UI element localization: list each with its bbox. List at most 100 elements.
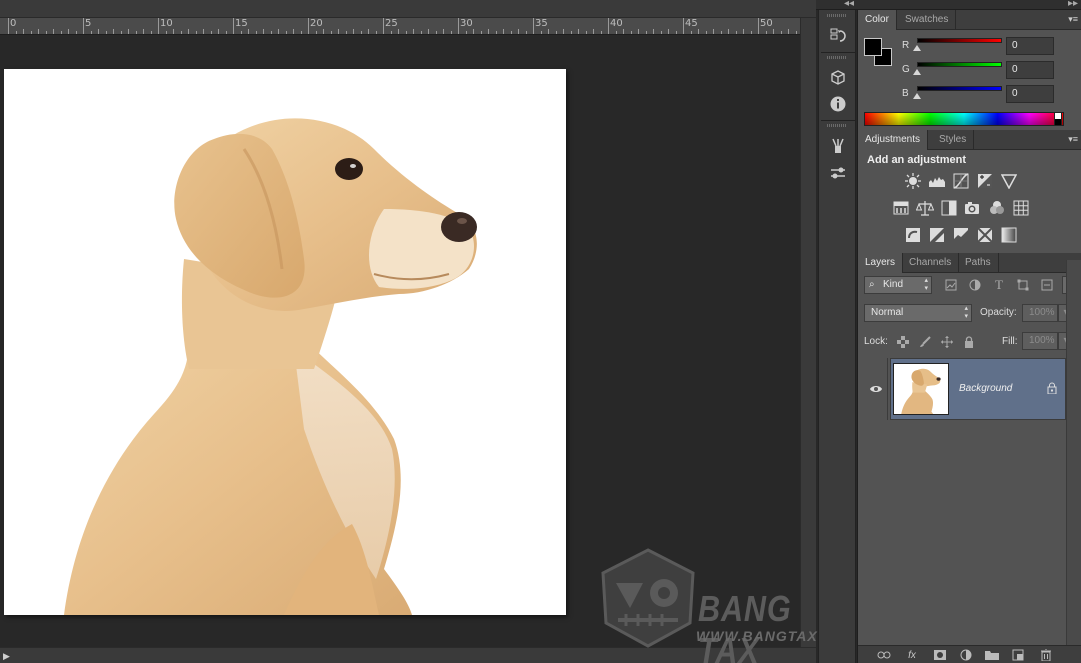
ruler-tick: [570, 31, 572, 34]
fill-field[interactable]: 100%: [1022, 332, 1058, 350]
vibrance-icon[interactable]: [1000, 172, 1018, 190]
ruler-tick: [773, 29, 774, 34]
ruler-tick: [540, 31, 542, 34]
exposure-icon[interactable]: [976, 172, 994, 190]
ruler-tick: [503, 29, 504, 34]
tab-adjustments[interactable]: Adjustments: [858, 130, 929, 150]
ruler-tick: [263, 29, 264, 34]
new-group-icon[interactable]: [984, 648, 1000, 662]
puppy-image: [64, 118, 477, 615]
blue-channel-label: B: [902, 88, 909, 99]
expand-icon[interactable]: ▸▸: [1068, 0, 1078, 9]
tab-paths[interactable]: Paths: [958, 253, 999, 273]
tab-styles[interactable]: Styles: [932, 130, 975, 150]
lock-position-move-icon[interactable]: [940, 335, 954, 349]
drag-grip[interactable]: [827, 124, 847, 127]
ruler-tick: [225, 31, 227, 34]
link-layers-icon[interactable]: [876, 648, 892, 662]
document-canvas[interactable]: [4, 69, 566, 615]
blue-slider-thumb[interactable]: [913, 93, 921, 99]
lock-transparent-icon[interactable]: [896, 335, 910, 349]
layer-name[interactable]: Background: [959, 383, 1012, 394]
color-panel-tabs: Color Swatches ▾≡: [858, 10, 1081, 30]
levels-icon[interactable]: [928, 172, 946, 190]
scroll-right-arrow-icon[interactable]: ▶: [3, 651, 10, 662]
filter-adjustment-icon[interactable]: [968, 278, 982, 292]
color-spectrum-ramp[interactable]: [864, 112, 1064, 126]
drag-grip[interactable]: [827, 56, 847, 59]
tool-presets-icon[interactable]: [826, 161, 850, 185]
layers-scrollbar[interactable]: [1066, 260, 1081, 645]
blue-slider[interactable]: [917, 86, 1002, 91]
blend-mode-select[interactable]: Normal ▴ ▾: [864, 304, 972, 322]
green-slider[interactable]: [917, 62, 1002, 67]
filter-type-icon[interactable]: T: [992, 277, 1006, 292]
brush-presets-icon[interactable]: [826, 134, 850, 158]
channel-mixer-icon[interactable]: [988, 199, 1006, 217]
ruler-tick: [525, 31, 527, 34]
ruler-tick: [113, 29, 114, 34]
add-mask-icon[interactable]: [932, 648, 948, 662]
filter-smart-object-icon[interactable]: [1040, 278, 1054, 292]
ruler-tick: [413, 29, 414, 34]
tab-layers[interactable]: Layers: [858, 253, 904, 273]
invert-icon[interactable]: [904, 226, 922, 244]
red-slider-thumb[interactable]: [913, 45, 921, 51]
photo-filter-icon[interactable]: [964, 199, 982, 217]
tab-channels[interactable]: Channels: [902, 253, 960, 273]
filter-shape-icon[interactable]: [1016, 278, 1030, 292]
ruler-tick: [270, 31, 272, 34]
ruler-tick: [533, 18, 534, 34]
curves-icon[interactable]: [952, 172, 970, 190]
gradient-map-icon[interactable]: [1000, 226, 1018, 244]
lock-pixels-brush-icon[interactable]: [918, 335, 932, 349]
foreground-color-swatch[interactable]: [864, 38, 882, 56]
adjustments-panel-tabs: Adjustments Styles ▾≡: [858, 130, 1081, 150]
layer-lock-icon[interactable]: [1047, 382, 1057, 397]
opacity-field[interactable]: 100%: [1022, 304, 1058, 322]
new-layer-icon[interactable]: [1010, 648, 1026, 662]
drag-grip[interactable]: [827, 14, 847, 17]
new-adjustment-icon[interactable]: [958, 648, 974, 662]
info-icon[interactable]: [826, 92, 850, 116]
ruler-label: 15: [235, 18, 248, 29]
red-slider[interactable]: [917, 38, 1002, 43]
ruler-tick: [383, 18, 384, 34]
ruler-tick: [623, 29, 624, 34]
layer-visibility-toggle[interactable]: [864, 358, 888, 420]
ruler-tick: [473, 29, 474, 34]
panel-menu-icon[interactable]: ▾≡: [1068, 14, 1078, 25]
history-icon[interactable]: [826, 24, 850, 48]
tab-swatches[interactable]: Swatches: [898, 10, 957, 30]
tab-color[interactable]: Color: [858, 10, 897, 30]
brightness-contrast-icon[interactable]: [904, 172, 922, 190]
horizontal-ruler: 0 5 10 15 20 25 30 35 40 45 50: [0, 18, 800, 35]
black-white-ramp[interactable]: [1054, 112, 1062, 126]
selective-color-icon[interactable]: [976, 226, 994, 244]
color-balance-icon[interactable]: [916, 199, 934, 217]
posterize-icon[interactable]: [928, 226, 946, 244]
layer-row-background[interactable]: Background: [890, 358, 1066, 420]
horizontal-scrollbar[interactable]: ▶: [0, 647, 816, 663]
3d-cube-icon[interactable]: [826, 65, 850, 89]
eye-icon[interactable]: [869, 384, 883, 394]
hue-saturation-icon[interactable]: [892, 199, 910, 217]
layer-filter-kind[interactable]: Kind ⌕ ▴ ▾: [864, 276, 932, 294]
blue-value-field[interactable]: 0: [1006, 85, 1054, 103]
green-slider-thumb[interactable]: [913, 69, 921, 75]
green-value-field[interactable]: 0: [1006, 61, 1054, 79]
panel-menu-icon[interactable]: ▾≡: [1068, 134, 1078, 145]
threshold-icon[interactable]: [952, 226, 970, 244]
color-lookup-icon[interactable]: [1012, 199, 1030, 217]
collapse-icon[interactable]: ◂◂: [844, 0, 854, 9]
lock-all-icon[interactable]: [962, 335, 976, 349]
delete-layer-icon[interactable]: [1038, 648, 1054, 662]
black-white-icon[interactable]: [940, 199, 958, 217]
ruler-tick: [405, 31, 407, 34]
ruler-tick: [293, 29, 294, 34]
fx-icon[interactable]: fx: [904, 648, 920, 662]
lock-label: Lock:: [864, 336, 888, 347]
ruler-tick: [495, 31, 497, 34]
filter-pixel-icon[interactable]: [944, 278, 958, 292]
red-value-field[interactable]: 0: [1006, 37, 1054, 55]
